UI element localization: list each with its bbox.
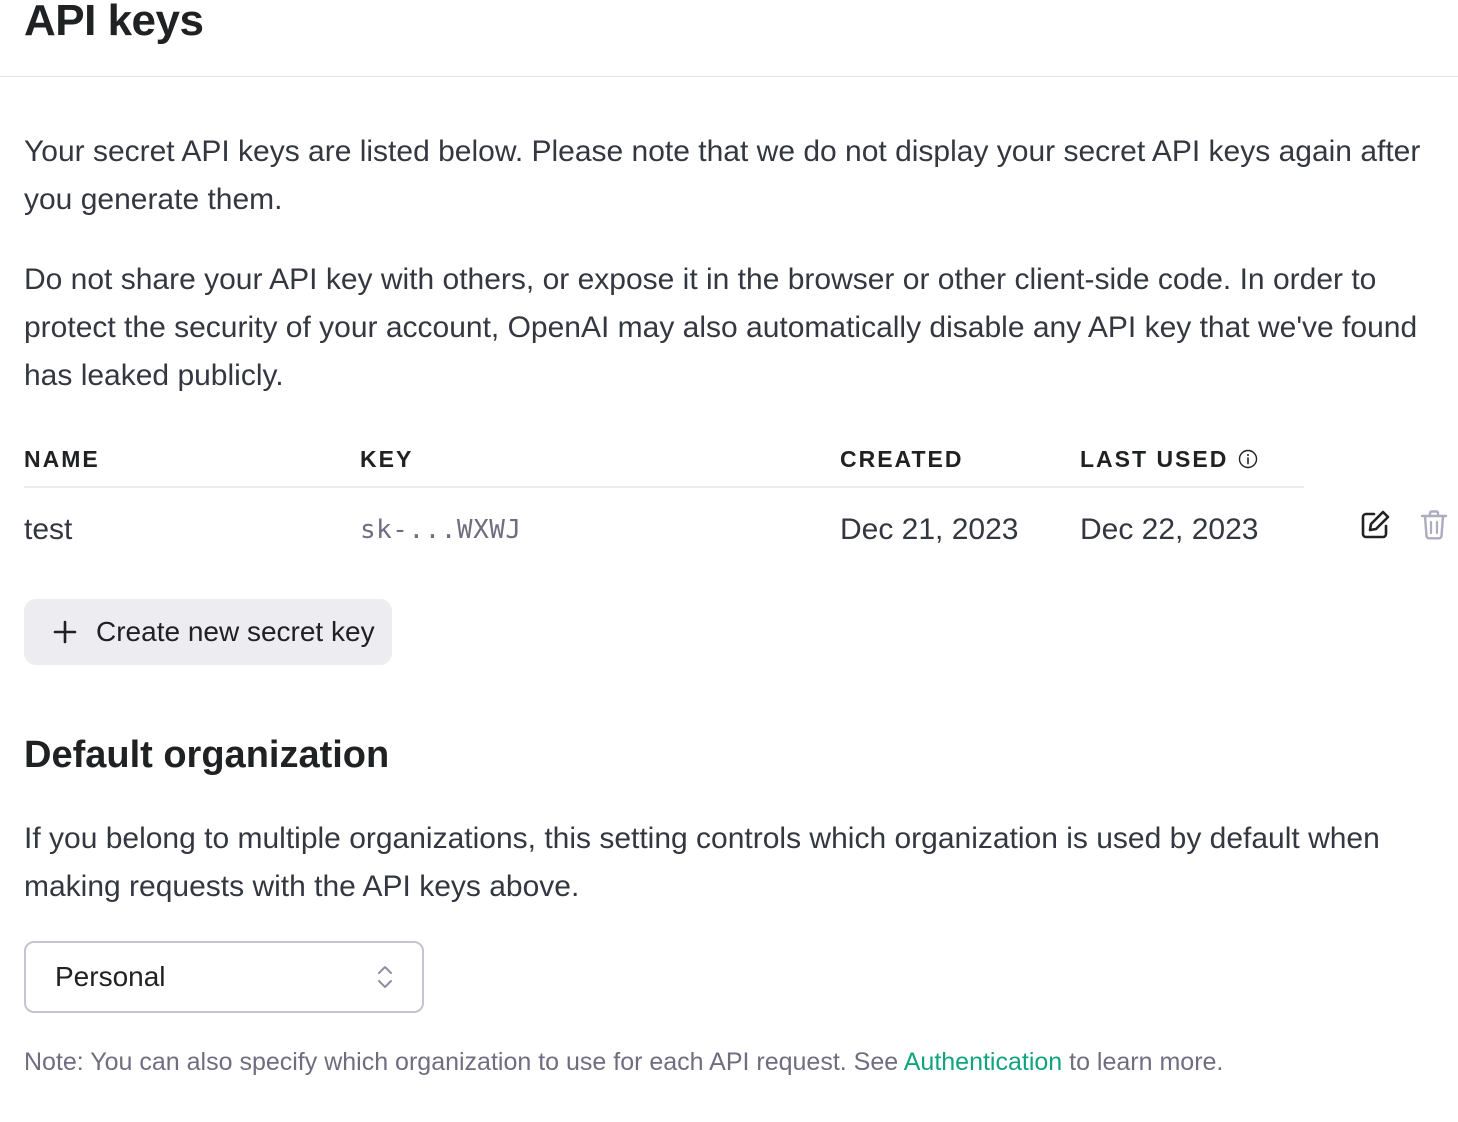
table-header-divider [24, 486, 1304, 488]
key-value-cell: sk-...WXWJ [360, 515, 522, 545]
key-created-cell: Dec 21, 2023 [840, 513, 1019, 546]
authentication-link[interactable]: Authentication [904, 1048, 1062, 1076]
key-name-cell: test [24, 513, 73, 546]
title-divider [0, 76, 1458, 77]
column-header-last-used: LAST USED [1080, 444, 1258, 474]
intro-paragraph: Your secret API keys are listed below. P… [24, 135, 1421, 216]
page-title: API keys [24, 0, 204, 45]
organization-select-value: Personal [55, 961, 166, 992]
security-warning-paragraph: Do not share your API key with others, o… [24, 263, 1418, 392]
api-keys-page: API keys Your secret API keys are listed… [0, 0, 1458, 1122]
chevron-up-down-icon [378, 966, 392, 988]
column-header-created: CREATED [840, 446, 964, 472]
default-organization-description: If you belong to multiple organizations,… [24, 822, 1380, 903]
column-header-key: KEY [360, 446, 414, 472]
edit-icon[interactable] [1358, 508, 1392, 542]
organization-select[interactable]: Personal [24, 941, 424, 1013]
column-header-last-used-label: LAST USED [1080, 446, 1229, 472]
create-new-secret-key-button[interactable]: Create new secret key [24, 599, 392, 665]
create-button-label: Create new secret key [96, 616, 375, 647]
note-suffix: to learn more. [1062, 1048, 1224, 1076]
info-icon[interactable] [1238, 449, 1258, 469]
note-prefix: Note: You can also specify which organiz… [24, 1048, 904, 1076]
key-last-used-cell: Dec 22, 2023 [1080, 513, 1259, 546]
trash-icon[interactable] [1417, 508, 1451, 542]
organization-note: Note: You can also specify which organiz… [24, 1044, 1223, 1080]
column-header-name: NAME [24, 446, 100, 472]
plus-icon [53, 620, 77, 644]
default-organization-title: Default organization [24, 734, 390, 776]
